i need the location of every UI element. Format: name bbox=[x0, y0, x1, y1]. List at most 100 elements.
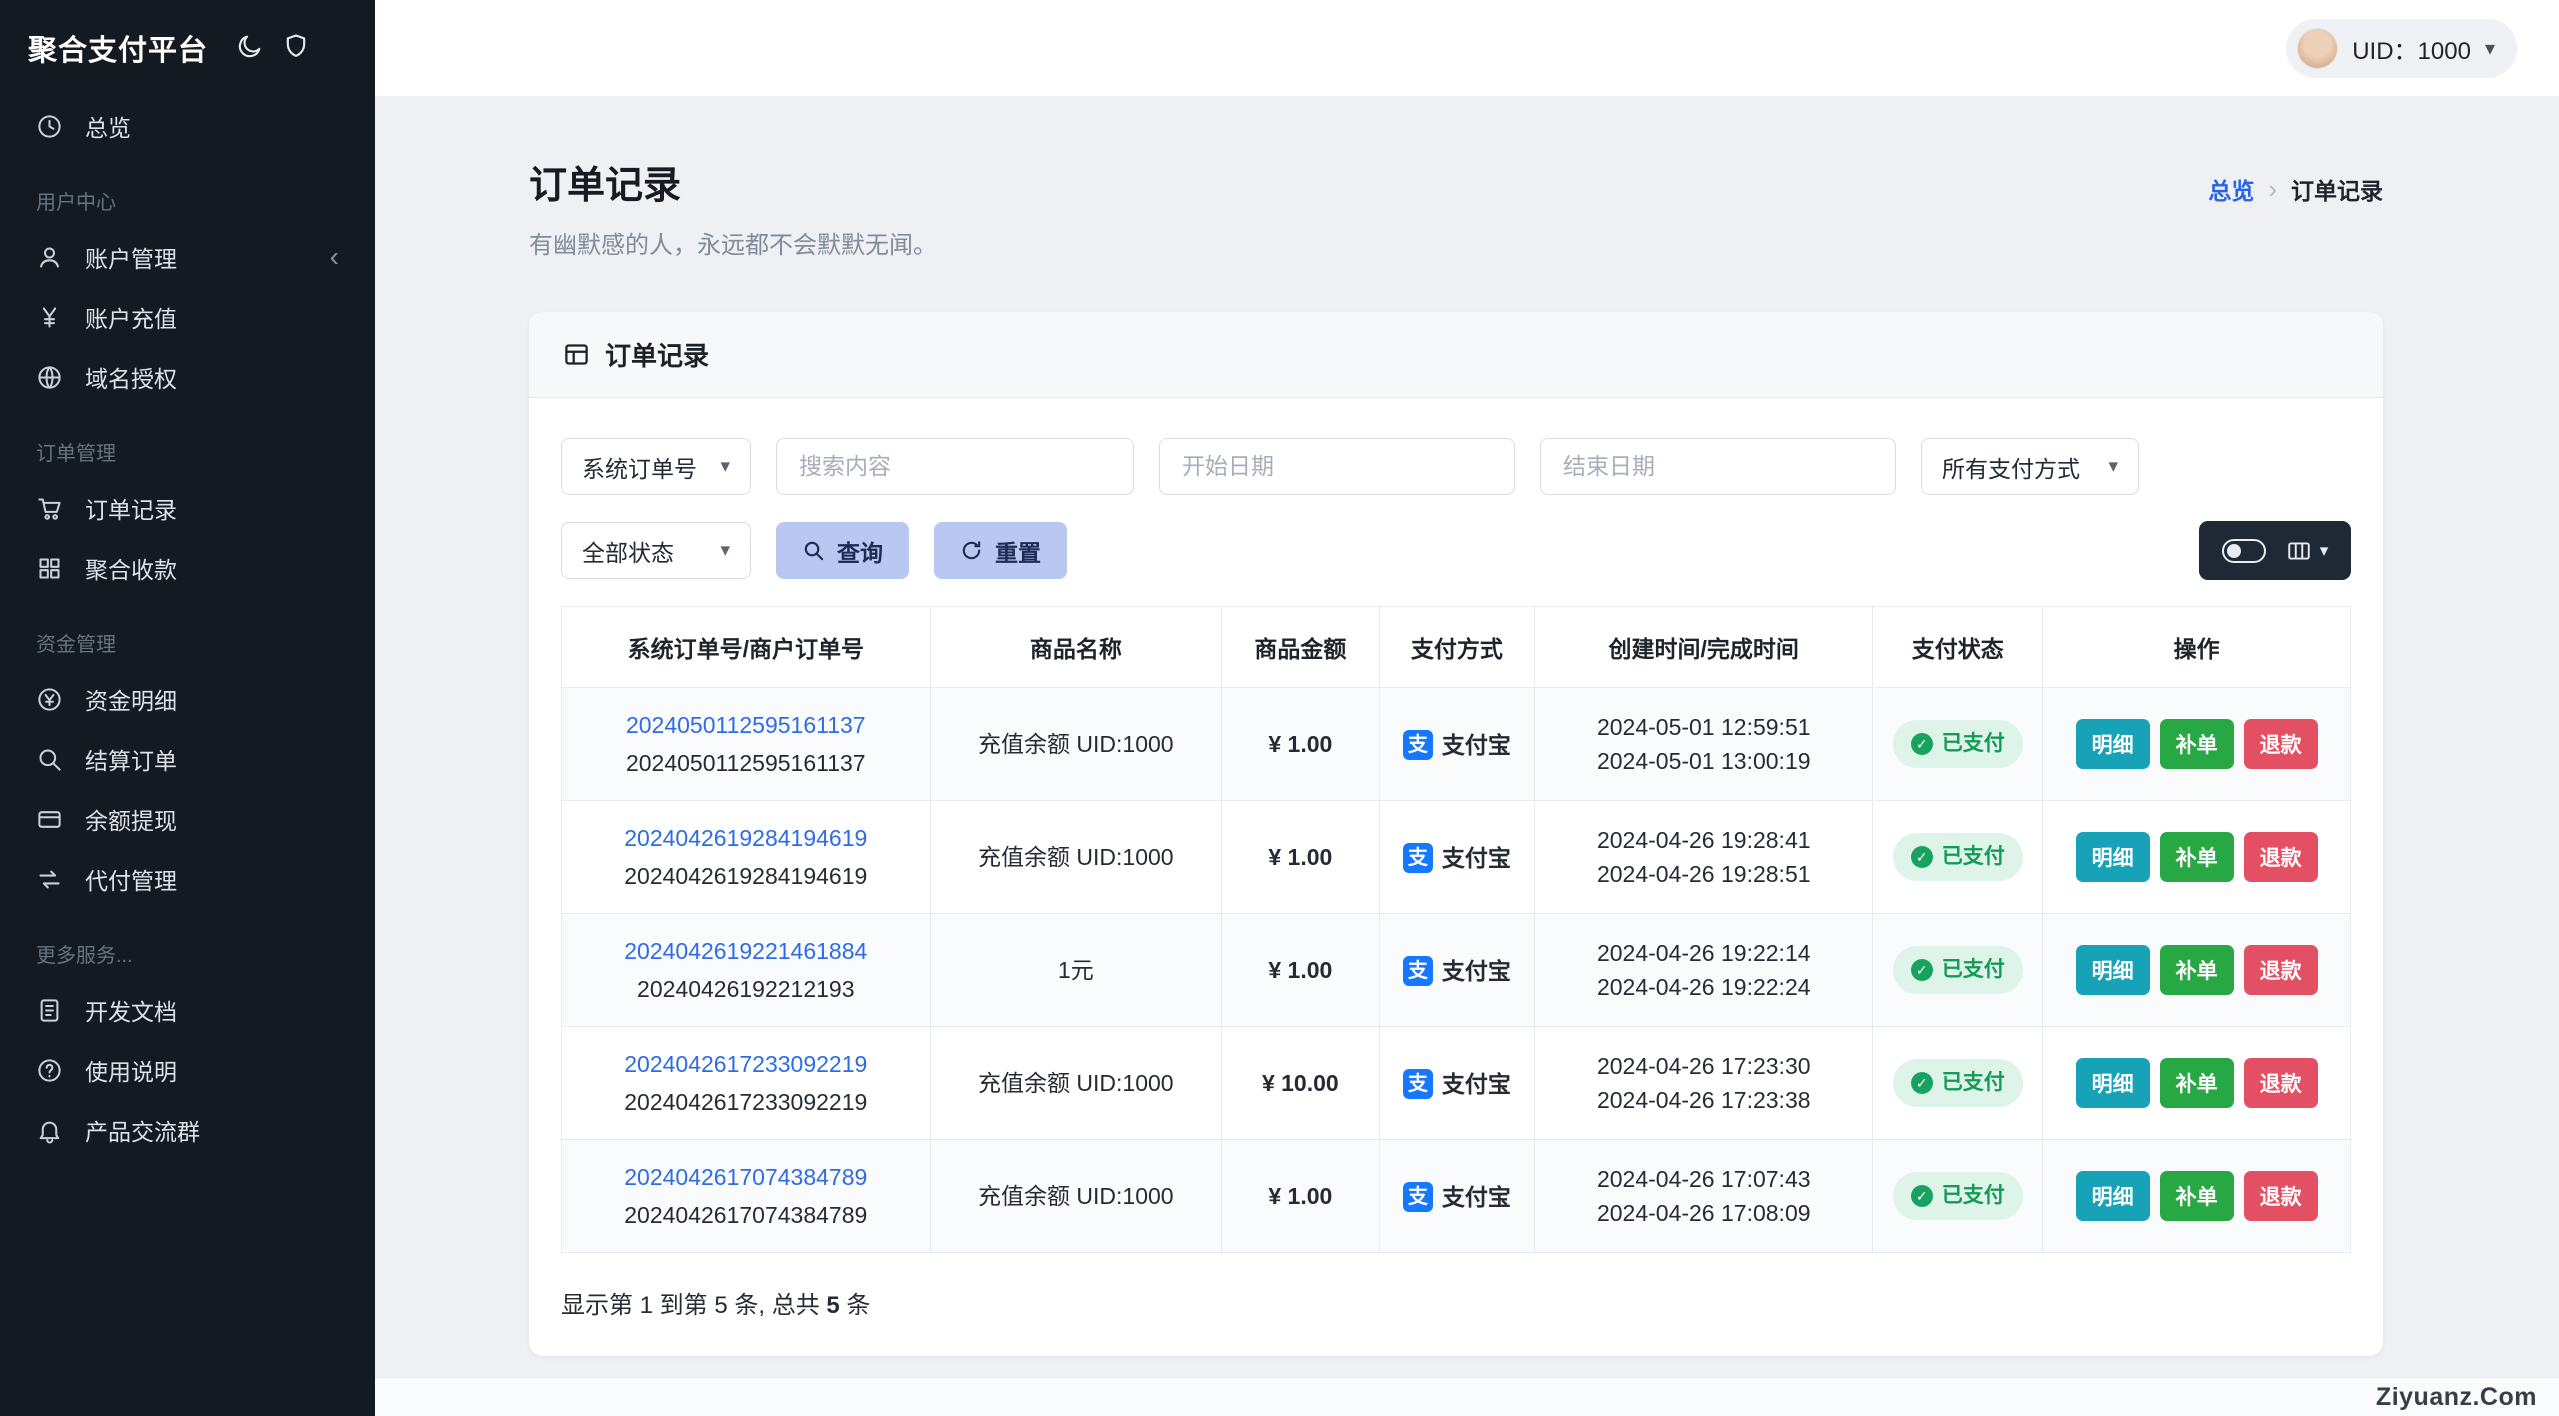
order-no-type-select[interactable]: 系统订单号▾ bbox=[561, 438, 751, 495]
end-date-input[interactable] bbox=[1540, 438, 1896, 495]
system-order-link[interactable]: 2024042617233092219 bbox=[574, 1047, 918, 1082]
sidebar-item-payout-management[interactable]: 代付管理 bbox=[0, 849, 375, 909]
created-time: 2024-04-26 19:22:14 bbox=[1547, 936, 1860, 971]
time-cell: 2024-04-26 19:28:41 2024-04-26 19:28:51 bbox=[1535, 801, 1873, 914]
pay-method: 支 支付宝 bbox=[1403, 728, 1511, 763]
chevron-left-icon: ‹ bbox=[330, 243, 339, 271]
sidebar-item-domain-authorization[interactable]: 域名授权 bbox=[0, 347, 375, 407]
finished-time: 2024-04-26 17:08:09 bbox=[1547, 1196, 1860, 1231]
alipay-icon: 支 bbox=[1403, 843, 1433, 873]
chevron-down-icon: ▾ bbox=[720, 539, 730, 562]
shield-icon[interactable] bbox=[282, 32, 310, 65]
supplement-button[interactable]: 补单 bbox=[2160, 719, 2234, 769]
order-no-cell: 2024042617074384789 2024042617074384789 bbox=[562, 1140, 931, 1253]
sidebar-item-account-management[interactable]: 账户管理‹ bbox=[0, 227, 375, 287]
page-title: 订单记录 bbox=[529, 154, 937, 209]
actions-cell: 明细 补单 退款 bbox=[2043, 1027, 2351, 1140]
column-header: 操作 bbox=[2043, 607, 2351, 688]
sidebar-item-dev-docs[interactable]: 开发文档 bbox=[0, 980, 375, 1040]
pay-method: 支 支付宝 bbox=[1403, 954, 1511, 989]
filter-row-2: 全部状态▾ 查询 重置 bbox=[561, 521, 2351, 580]
supplement-button[interactable]: 补单 bbox=[2160, 1171, 2234, 1221]
pay-method-cell: 支 支付宝 bbox=[1379, 1140, 1535, 1253]
bell-icon bbox=[36, 1117, 63, 1144]
created-time: 2024-05-01 12:59:51 bbox=[1547, 710, 1860, 745]
detail-button[interactable]: 明细 bbox=[2076, 719, 2150, 769]
columns-dropdown-button[interactable]: ▾ bbox=[2286, 538, 2329, 564]
sidebar-item-usage-guide[interactable]: 使用说明 bbox=[0, 1040, 375, 1100]
table-row: 2024042617233092219 2024042617233092219 … bbox=[562, 1027, 2351, 1140]
detail-button[interactable]: 明细 bbox=[2076, 1058, 2150, 1108]
detail-button[interactable]: 明细 bbox=[2076, 1171, 2150, 1221]
pay-method-select[interactable]: 所有支付方式▾ bbox=[1921, 438, 2139, 495]
logo-row: 聚合支付平台 bbox=[0, 0, 375, 96]
system-order-link[interactable]: 2024050112595161137 bbox=[574, 708, 918, 743]
sidebar-item-fund-details[interactable]: 资金明细 bbox=[0, 669, 375, 729]
sidebar-section-label: 更多服务... bbox=[0, 909, 375, 980]
search-icon bbox=[36, 746, 63, 773]
system-order-link[interactable]: 2024042619284194619 bbox=[574, 821, 918, 856]
query-button[interactable]: 查询 bbox=[776, 522, 909, 579]
merchant-order-no: 2024042619284194619 bbox=[574, 859, 918, 894]
topbar: UID：1000 ▾ bbox=[375, 0, 2559, 96]
order-no-cell: 2024050112595161137 2024050112595161137 bbox=[562, 688, 931, 801]
product-name: 1元 bbox=[930, 914, 1222, 1027]
system-order-link[interactable]: 2024042617074384789 bbox=[574, 1160, 918, 1195]
app-logo: 聚合支付平台 bbox=[28, 27, 208, 69]
refund-button[interactable]: 退款 bbox=[2244, 719, 2318, 769]
start-date-input[interactable] bbox=[1159, 438, 1515, 495]
card-body: 系统订单号▾ 所有支付方式▾ 全部状态▾ bbox=[529, 398, 2383, 1356]
supplement-button[interactable]: 补单 bbox=[2160, 1058, 2234, 1108]
grid-icon bbox=[36, 555, 63, 582]
status-select[interactable]: 全部状态▾ bbox=[561, 522, 751, 579]
sidebar-item-order-records[interactable]: 订单记录 bbox=[0, 478, 375, 538]
sidebar-item-account-recharge[interactable]: 账户充值 bbox=[0, 287, 375, 347]
sidebar-item-settlement-orders[interactable]: 结算订单 bbox=[0, 729, 375, 789]
cart-icon bbox=[36, 495, 63, 522]
status-cell: ✓ 已支付 bbox=[1873, 1140, 2043, 1253]
system-order-link[interactable]: 2024042619221461884 bbox=[574, 934, 918, 969]
column-header: 商品金额 bbox=[1222, 607, 1379, 688]
user-menu[interactable]: UID：1000 ▾ bbox=[2286, 19, 2517, 78]
column-header: 商品名称 bbox=[930, 607, 1222, 688]
sidebar-item-aggregate-collection[interactable]: 聚合收款 bbox=[0, 538, 375, 598]
table-row: 2024042619284194619 2024042619284194619 … bbox=[562, 801, 2351, 914]
detail-button[interactable]: 明细 bbox=[2076, 832, 2150, 882]
card-header: 订单记录 bbox=[529, 312, 2383, 398]
merchant-order-no: 20240426192212193 bbox=[574, 972, 918, 1007]
sidebar-item-label: 订单记录 bbox=[85, 491, 177, 525]
check-icon: ✓ bbox=[1911, 733, 1933, 755]
sidebar-item-label: 账户充值 bbox=[85, 300, 177, 334]
product-name: 充值余额 UID:1000 bbox=[930, 1027, 1222, 1140]
search-input[interactable] bbox=[776, 438, 1134, 495]
page-subtitle: 有幽默感的人，永远都不会默默无闻。 bbox=[529, 225, 937, 260]
column-header: 创建时间/完成时间 bbox=[1535, 607, 1873, 688]
chevron-down-icon: ▾ bbox=[2485, 36, 2495, 61]
pay-method: 支 支付宝 bbox=[1403, 841, 1511, 876]
actions-cell: 明细 补单 退款 bbox=[2043, 688, 2351, 801]
time-cell: 2024-04-26 17:07:43 2024-04-26 17:08:09 bbox=[1535, 1140, 1873, 1253]
refund-button[interactable]: 退款 bbox=[2244, 945, 2318, 995]
finished-time: 2024-04-26 17:23:38 bbox=[1547, 1083, 1860, 1118]
check-icon: ✓ bbox=[1911, 959, 1933, 981]
detail-button[interactable]: 明细 bbox=[2076, 945, 2150, 995]
breadcrumb-home-link[interactable]: 总览 bbox=[2208, 172, 2254, 206]
merchant-order-no: 2024042617233092219 bbox=[574, 1085, 918, 1120]
sidebar-item-balance-withdrawal[interactable]: 余额提现 bbox=[0, 789, 375, 849]
sidebar-item-product-group[interactable]: 产品交流群 bbox=[0, 1100, 375, 1160]
card-view-toggle[interactable] bbox=[2222, 539, 2266, 563]
refund-button[interactable]: 退款 bbox=[2244, 1171, 2318, 1221]
reset-button[interactable]: 重置 bbox=[934, 522, 1067, 579]
sidebar-item-overview[interactable]: 总览 bbox=[0, 96, 375, 156]
chevron-down-icon: ▾ bbox=[720, 455, 730, 478]
page-content: 订单记录 有幽默感的人，永远都不会默默无闻。 总览 › 订单记录 订单记录 bbox=[375, 96, 2559, 1416]
globe-icon bbox=[36, 364, 63, 391]
column-header: 支付状态 bbox=[1873, 607, 2043, 688]
supplement-button[interactable]: 补单 bbox=[2160, 832, 2234, 882]
sidebar-section-label: 用户中心 bbox=[0, 156, 375, 227]
refund-button[interactable]: 退款 bbox=[2244, 1058, 2318, 1108]
refund-button[interactable]: 退款 bbox=[2244, 832, 2318, 882]
supplement-button[interactable]: 补单 bbox=[2160, 945, 2234, 995]
moon-icon[interactable] bbox=[236, 32, 264, 65]
created-time: 2024-04-26 19:28:41 bbox=[1547, 823, 1860, 858]
